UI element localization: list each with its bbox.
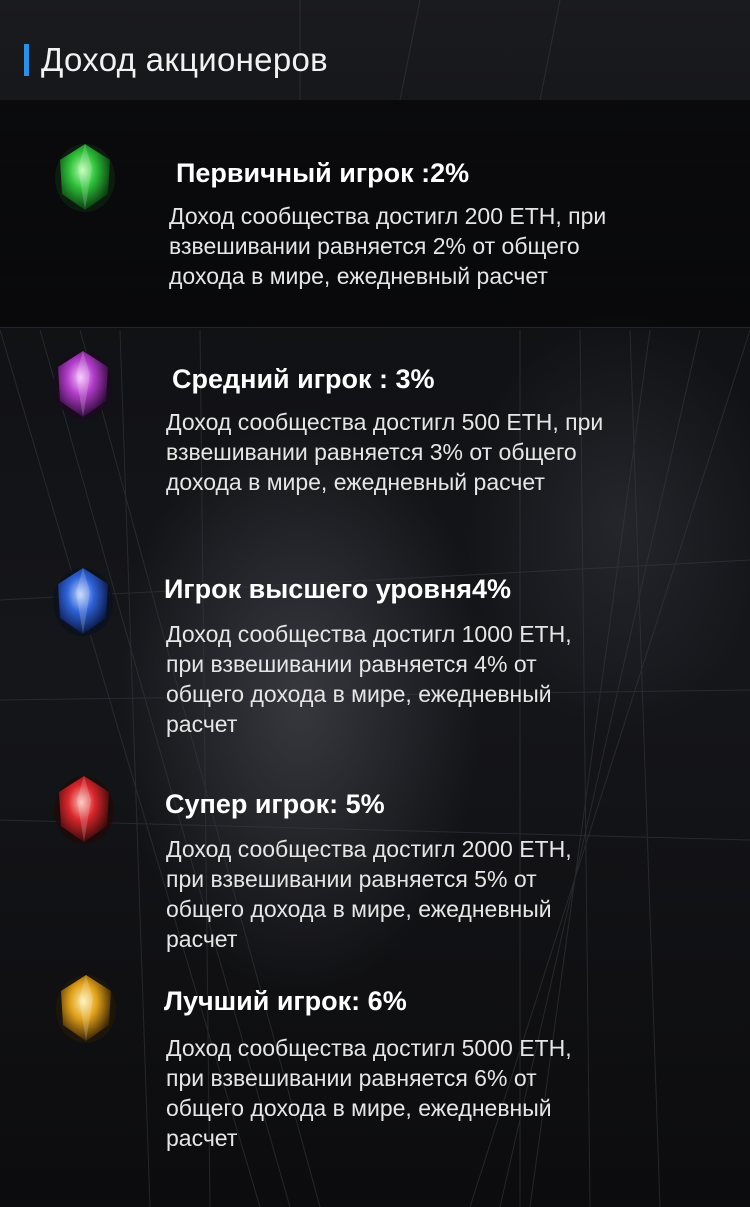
description-line: расчет <box>166 711 238 737</box>
description-line: при взвешивании равняется 6% от <box>166 1065 537 1091</box>
tier-description: Доход сообщества достигл 2000 ETH, при в… <box>166 834 696 954</box>
tier-title: Первичный игрок :2% <box>176 158 470 188</box>
description-line: взвешивании равняется 3% от общего <box>166 439 577 465</box>
description-line: Доход сообщества достигл 2000 ETH, <box>166 836 572 862</box>
tier-title: Игрок высшего уровня4% <box>164 574 512 604</box>
description-line: при взвешивании равняется 5% от <box>166 866 537 892</box>
tier-description: Доход сообщества достигл 1000 ETH, при в… <box>166 619 696 739</box>
description-line: Доход сообщества достигл 5000 ETH, <box>166 1035 572 1061</box>
description-line: Доход сообщества достигл 500 ETH, при <box>166 409 604 435</box>
description-line: при взвешивании равняется 4% от <box>166 651 537 677</box>
tier-title: Средний игрок : 3% <box>172 364 435 394</box>
tier-title: Лучший игрок: 6% <box>164 986 407 1016</box>
section-header: Доход акционеров <box>24 40 328 80</box>
description-line: общего дохода в мире, ежедневный <box>166 896 552 922</box>
blue-gem-icon <box>53 568 113 636</box>
description-line: расчет <box>166 1125 238 1151</box>
yellow-gem-icon <box>56 975 116 1043</box>
page-title: Доход акционеров <box>41 41 328 78</box>
description-line: дохода в мире, ежедневный расчет <box>166 469 545 495</box>
tier-description: Доход сообщества достигл 5000 ETH, при в… <box>166 1033 696 1153</box>
description-line: общего дохода в мире, ежедневный <box>166 1095 552 1121</box>
tier-description: Доход сообщества достигл 500 ETH, при вз… <box>166 407 696 497</box>
description-line: взвешивании равняется 2% от общего <box>169 233 580 259</box>
tier-title: Супер игрок: 5% <box>165 789 385 819</box>
red-gem-icon <box>54 776 114 844</box>
description-line: общего дохода в мире, ежедневный <box>166 681 552 707</box>
tier-description: Доход сообщества достигл 200 ETH, при вз… <box>169 201 699 291</box>
green-gem-icon <box>55 144 115 212</box>
description-line: Доход сообщества достигл 200 ETH, при <box>169 203 607 229</box>
description-line: расчет <box>166 926 238 952</box>
header-accent-bar <box>24 44 29 76</box>
description-line: Доход сообщества достигл 1000 ETH, <box>166 621 572 647</box>
description-line: дохода в мире, ежедневный расчет <box>169 263 548 289</box>
purple-gem-icon <box>53 351 113 419</box>
